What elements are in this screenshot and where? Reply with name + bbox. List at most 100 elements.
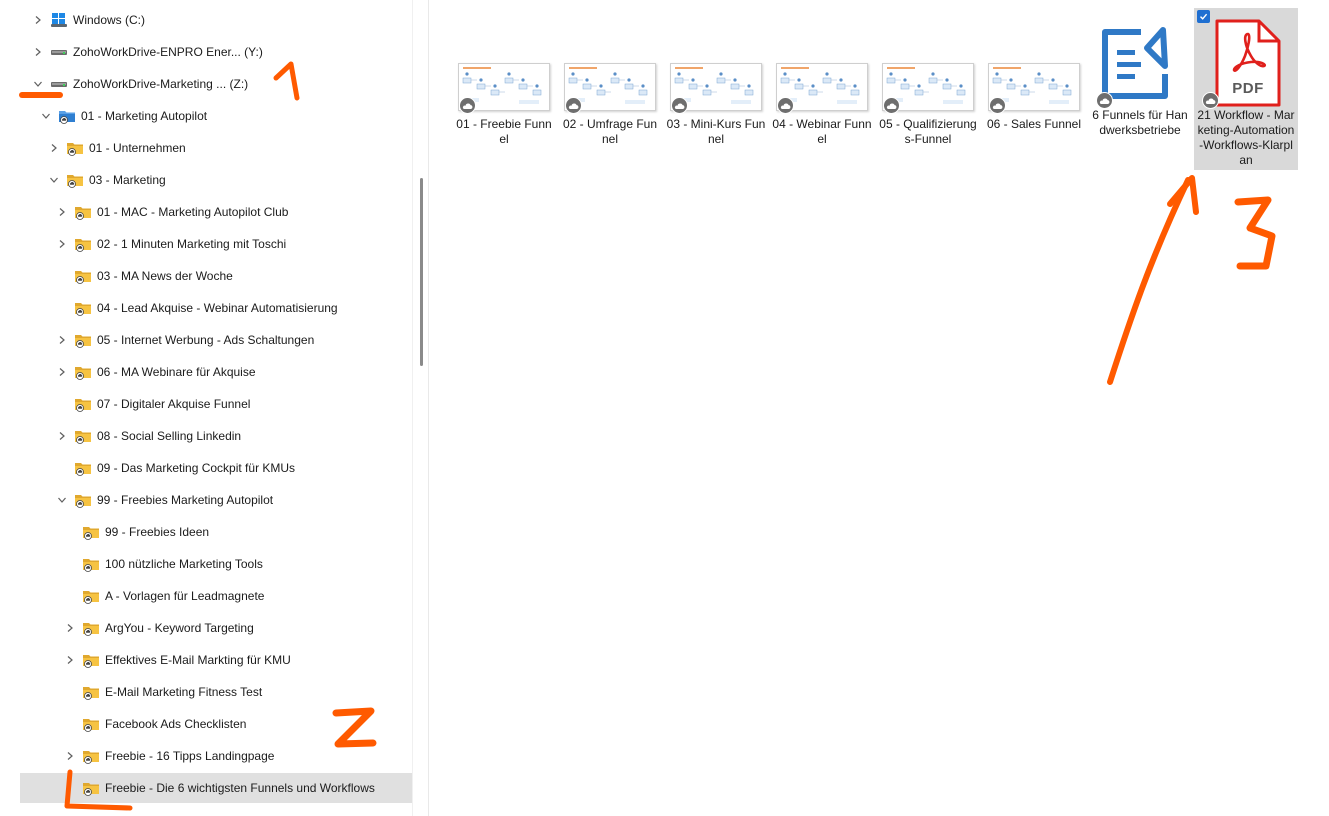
- chevron-placeholder: [62, 780, 78, 796]
- folder-icon: [66, 140, 84, 156]
- file-item[interactable]: 02 - Umfrage Funnel: [558, 8, 662, 170]
- nav-tree-item[interactable]: 100 nützliche Marketing Tools: [20, 549, 412, 579]
- windows-drive-icon: [50, 12, 68, 28]
- file-item[interactable]: PDF 21 Workflow - Marketing-Automation-Wo…: [1194, 8, 1298, 170]
- folder-icon: [82, 620, 100, 636]
- nav-tree-item-label: 08 - Social Selling Linkedin: [97, 429, 242, 443]
- nav-tree-item[interactable]: 99 - Freebies Ideen: [20, 517, 412, 547]
- navigation-pane: Windows (C:) ZohoWorkDrive-ENPRO Ener... …: [0, 0, 428, 816]
- nav-tree-item[interactable]: ZohoWorkDrive-ENPRO Ener... (Y:): [20, 37, 412, 67]
- nav-tree-item[interactable]: 09 - Das Marketing Cockpit für KMUs: [20, 453, 412, 483]
- folder-icon: [82, 748, 100, 764]
- nav-tree-item-label: 06 - MA Webinare für Akquise: [97, 365, 256, 379]
- chevron-down-icon[interactable]: [46, 172, 62, 188]
- nav-tree-item[interactable]: 04 - Lead Akquise - Webinar Automatisier…: [20, 293, 412, 323]
- chevron-right-icon[interactable]: [30, 12, 46, 28]
- nav-tree-item[interactable]: 03 - MA News der Woche: [20, 261, 412, 291]
- chevron-placeholder: [54, 268, 70, 284]
- nav-tree-item-label: ArgYou - Keyword Targeting: [105, 621, 254, 635]
- folder-icon: [74, 236, 92, 252]
- nav-tree-item[interactable]: 02 - 1 Minuten Marketing mit Toschi: [20, 229, 412, 259]
- chevron-right-icon[interactable]: [54, 204, 70, 220]
- folder-icon: [82, 716, 100, 732]
- nav-tree-item[interactable]: 99 - Freebies Marketing Autopilot: [20, 485, 412, 515]
- diagram-thumbnail: [670, 63, 762, 114]
- chevron-down-icon[interactable]: [38, 108, 54, 124]
- folder-icon: [74, 460, 92, 476]
- chevron-right-icon[interactable]: [46, 140, 62, 156]
- nav-tree-item-label: 07 - Digitaler Akquise Funnel: [97, 397, 251, 411]
- nav-tree-item-label: A - Vorlagen für Leadmagnete: [105, 589, 265, 603]
- nav-tree-item-label: 05 - Internet Werbung - Ads Schaltungen: [97, 333, 315, 347]
- nav-tree-item[interactable]: Windows (C:): [20, 5, 412, 35]
- chevron-placeholder: [54, 300, 70, 316]
- file-item[interactable]: 05 - Qualifizierungs-Funnel: [876, 8, 980, 170]
- chevron-right-icon[interactable]: [54, 428, 70, 444]
- cloud-sync-icon: [1202, 92, 1219, 109]
- chevron-placeholder: [62, 556, 78, 572]
- chevron-placeholder: [62, 716, 78, 732]
- chevron-down-icon[interactable]: [30, 76, 46, 92]
- nav-tree-item-label: 100 nützliche Marketing Tools: [105, 557, 263, 571]
- pdf-icon: PDF: [1201, 18, 1291, 109]
- file-name: 05 - Qualifizierungs-Funnel: [879, 117, 977, 146]
- pdf-icon-label: PDF: [1232, 80, 1264, 97]
- chevron-right-icon[interactable]: [62, 748, 78, 764]
- nav-tree-item[interactable]: 03 - Marketing: [20, 165, 412, 195]
- file-name: 21 Workflow - Marketing-Automation-Workf…: [1197, 108, 1295, 167]
- file-item[interactable]: 01 - Freebie Funnel: [452, 8, 556, 170]
- chevron-right-icon[interactable]: [62, 620, 78, 636]
- chevron-right-icon[interactable]: [54, 364, 70, 380]
- nav-tree-item[interactable]: E-Mail Marketing Fitness Test: [20, 677, 412, 707]
- nav-tree-item-label: E-Mail Marketing Fitness Test: [105, 685, 263, 699]
- nav-tree-item-label: 04 - Lead Akquise - Webinar Automatisier…: [97, 301, 338, 315]
- nav-tree-item[interactable]: Effektives E-Mail Markting für KMU: [20, 645, 412, 675]
- nav-tree-item[interactable]: Facebook Ads Checklisten: [20, 709, 412, 739]
- nav-tree-item[interactable]: A - Vorlagen für Leadmagnete: [20, 581, 412, 611]
- folder-icon: [74, 300, 92, 316]
- chevron-placeholder: [62, 524, 78, 540]
- nav-tree-item[interactable]: 07 - Digitaler Akquise Funnel: [20, 389, 412, 419]
- nav-tree-item[interactable]: ArgYou - Keyword Targeting: [20, 613, 412, 643]
- nav-tree-item[interactable]: Freebie - 16 Tipps Landingpage: [20, 741, 412, 771]
- nav-tree-item[interactable]: 01 - Unternehmen: [20, 133, 412, 163]
- chevron-right-icon[interactable]: [54, 236, 70, 252]
- cloud-sync-icon: [565, 97, 582, 114]
- nav-tree-item-label: Freebie - Die 6 wichtigsten Funnels und …: [105, 781, 375, 795]
- folder-icon: [74, 492, 92, 508]
- folder-icon: [74, 364, 92, 380]
- nav-tree-item[interactable]: 06 - MA Webinare für Akquise: [20, 357, 412, 387]
- chevron-placeholder: [54, 396, 70, 412]
- nav-tree-item[interactable]: Freebie - Die 6 wichtigsten Funnels und …: [20, 773, 412, 803]
- network-drive-icon: [50, 76, 68, 92]
- folder-icon: [74, 332, 92, 348]
- folder-icon: [82, 780, 100, 796]
- file-item[interactable]: 6 Funnels für Handwerksbetriebe: [1088, 8, 1192, 170]
- chevron-right-icon[interactable]: [62, 652, 78, 668]
- flow-app-icon: [1095, 18, 1185, 109]
- folder-icon: [82, 588, 100, 604]
- file-item[interactable]: 03 - Mini-Kurs Funnel: [664, 8, 768, 170]
- folder-icon: [74, 268, 92, 284]
- nav-tree-item[interactable]: 05 - Internet Werbung - Ads Schaltungen: [20, 325, 412, 355]
- folder-icon: [82, 556, 100, 572]
- file-item[interactable]: 06 - Sales Funnel: [982, 8, 1086, 170]
- nav-tree-item[interactable]: 08 - Social Selling Linkedin: [20, 421, 412, 451]
- chevron-right-icon[interactable]: [30, 44, 46, 60]
- chevron-right-icon[interactable]: [54, 332, 70, 348]
- cloud-sync-icon: [989, 97, 1006, 114]
- nav-tree-item-label: Freebie - 16 Tipps Landingpage: [105, 749, 275, 763]
- diagram-thumbnail: [882, 63, 974, 114]
- nav-scrollbar-thumb[interactable]: [420, 178, 423, 366]
- cloud-sync-icon: [883, 97, 900, 114]
- nav-tree-item-label: Windows (C:): [73, 13, 146, 27]
- diagram-thumbnail: [564, 63, 656, 114]
- nav-tree-item[interactable]: ZohoWorkDrive-Marketing ... (Z:): [20, 69, 412, 99]
- file-item[interactable]: 04 - Webinar Funnel: [770, 8, 874, 170]
- pane-divider[interactable]: [428, 0, 429, 816]
- nav-tree-item[interactable]: 01 - Marketing Autopilot: [20, 101, 412, 131]
- folder-icon: [82, 652, 100, 668]
- nav-tree-item[interactable]: 01 - MAC - Marketing Autopilot Club: [20, 197, 412, 227]
- chevron-down-icon[interactable]: [54, 492, 70, 508]
- folder-icon: [66, 172, 84, 188]
